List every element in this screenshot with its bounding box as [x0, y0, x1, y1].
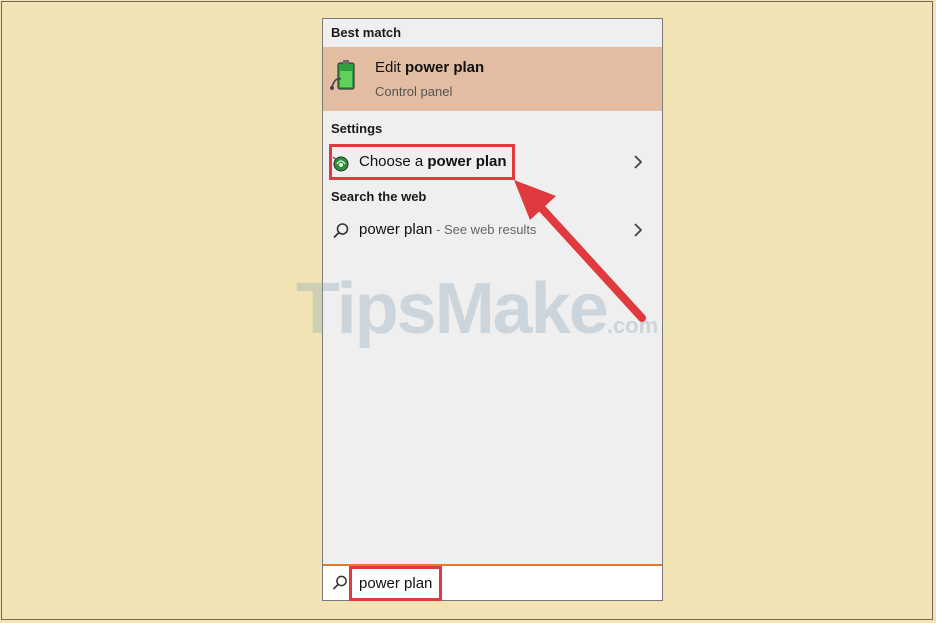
settings-item-bold: power plan [427, 153, 507, 170]
search-box[interactable]: power plan [323, 564, 662, 600]
best-match-header: Best match [331, 25, 402, 40]
search-icon [333, 223, 349, 239]
chevron-right-icon [634, 155, 643, 169]
best-match-result[interactable]: Edit power plan Control panel [323, 47, 662, 111]
watermark-text: TipsMake [296, 269, 609, 349]
power-options-icon [332, 156, 349, 172]
best-match-subtitle: Control panel [375, 84, 453, 99]
best-match-title-prefix: Edit [375, 59, 406, 76]
battery-icon [330, 60, 355, 90]
best-match-title-bold: power plan [405, 59, 485, 76]
search-web-header: Search the web [331, 189, 427, 204]
settings-item-prefix: Choose a [359, 153, 428, 170]
web-query: power plan [359, 221, 433, 238]
best-match-title: Edit power plan [375, 59, 484, 76]
settings-item-label: Choose a power plan [359, 153, 507, 170]
search-input[interactable]: power plan [359, 575, 432, 592]
chevron-right-icon [634, 223, 643, 237]
web-suffix: - See web results [432, 222, 537, 237]
settings-header: Settings [331, 121, 383, 136]
watermark-domain: .com [606, 313, 659, 338]
search-icon [332, 575, 347, 590]
web-result-label: power plan - See web results [359, 221, 536, 238]
web-result-power-plan[interactable]: power plan - See web results [323, 214, 662, 246]
watermark: TipsMake.com [296, 268, 658, 350]
settings-result-choose-power-plan[interactable]: Choose a power plan [323, 146, 662, 178]
